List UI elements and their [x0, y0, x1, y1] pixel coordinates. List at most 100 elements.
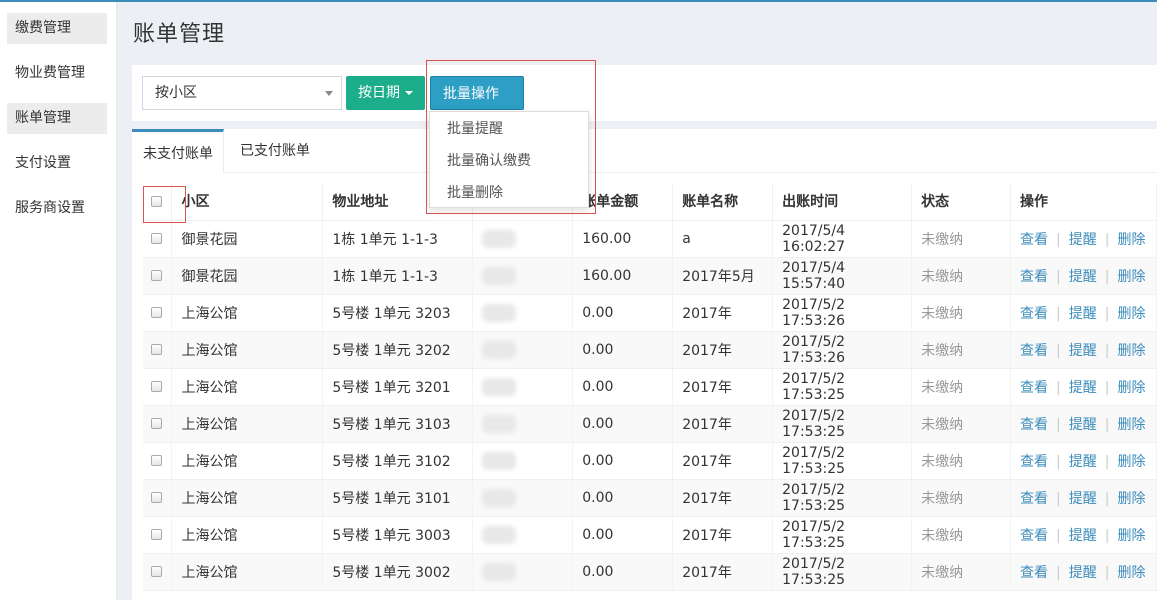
remind-link[interactable]: 提醒	[1069, 565, 1097, 581]
sidebar: 缴费管理 物业费管理 账单管理 支付设置 服务商设置	[0, 2, 117, 600]
view-link[interactable]: 查看	[1020, 232, 1048, 248]
cell-address: 5号楼 1单元 3002	[322, 553, 474, 591]
cell-status: 未缴纳	[911, 220, 1012, 258]
row-select-cell	[143, 257, 173, 295]
cell-blurred	[472, 479, 574, 517]
row-checkbox[interactable]	[151, 529, 162, 540]
row-checkbox[interactable]	[151, 381, 162, 392]
delete-link[interactable]: 删除	[1117, 232, 1145, 248]
delete-link[interactable]: 删除	[1117, 417, 1145, 433]
sidebar-item-provider-settings[interactable]: 服务商设置	[7, 193, 107, 224]
delete-link[interactable]: 删除	[1117, 528, 1145, 544]
cell-actions: 查看 | 提醒 | 删除	[1010, 220, 1157, 258]
row-checkbox[interactable]	[151, 233, 162, 244]
cell-community: 上海公馆	[171, 331, 324, 369]
row-checkbox[interactable]	[151, 307, 162, 318]
table-body: 御景花园 1栋 1单元 1-1-3 160.00 a 2017/5/4 16:02:27…	[143, 220, 1157, 591]
table-row: 上海公馆 5号楼 1单元 3203 0.00 2017年 2017/5/2 17:53:…	[143, 294, 1157, 332]
sidebar-item-bills[interactable]: 账单管理	[7, 103, 107, 134]
table-row: 御景花园 1栋 1单元 1-1-3 160.00 a 2017/5/4 16:02:27…	[143, 220, 1157, 258]
remind-link[interactable]: 提醒	[1069, 269, 1097, 285]
cell-amount: 0.00	[572, 368, 674, 406]
cell-community: 上海公馆	[171, 442, 324, 480]
cell-blurred	[472, 331, 574, 369]
cell-bill-name: 2017年	[672, 331, 774, 369]
delete-link[interactable]: 删除	[1117, 454, 1145, 470]
delete-link[interactable]: 删除	[1117, 380, 1145, 396]
cell-status: 未缴纳	[911, 331, 1012, 369]
view-link[interactable]: 查看	[1020, 565, 1048, 581]
cell-amount: 160.00	[572, 220, 674, 258]
view-link[interactable]: 查看	[1020, 269, 1048, 285]
remind-link[interactable]: 提醒	[1069, 306, 1097, 322]
divider: |	[1104, 268, 1110, 285]
delete-link[interactable]: 删除	[1117, 343, 1145, 359]
remind-link[interactable]: 提醒	[1069, 232, 1097, 248]
cell-blurred	[472, 553, 574, 591]
blurred-content	[482, 266, 517, 285]
table-header-row: 小区 物业地址 账单金额 账单名称 出账时间 状态 操作	[143, 183, 1157, 221]
divider: |	[1056, 231, 1061, 248]
view-link[interactable]: 查看	[1020, 417, 1048, 433]
view-link[interactable]: 查看	[1020, 454, 1048, 470]
chevron-down-icon	[325, 91, 333, 96]
sidebar-item-property-fee[interactable]: 物业费管理	[7, 58, 107, 89]
divider: |	[1104, 564, 1110, 581]
table-row: 上海公馆 5号楼 1单元 3102 0.00 2017年 2017/5/2 17:53:…	[143, 442, 1157, 480]
row-checkbox[interactable]	[151, 492, 162, 503]
remind-link[interactable]: 提醒	[1069, 528, 1097, 544]
view-link[interactable]: 查看	[1020, 491, 1048, 507]
community-select[interactable]: 按小区	[142, 76, 342, 110]
row-select-cell	[143, 220, 173, 258]
cell-address: 5号楼 1单元 3202	[322, 331, 474, 369]
view-link[interactable]: 查看	[1020, 306, 1048, 322]
sidebar-item-payment[interactable]: 缴费管理	[7, 13, 107, 44]
cell-blurred	[472, 405, 574, 443]
remind-link[interactable]: 提醒	[1069, 417, 1097, 433]
col-status: 状态	[911, 183, 1012, 221]
row-select-cell	[143, 294, 173, 332]
divider: |	[1056, 490, 1061, 507]
row-checkbox[interactable]	[151, 344, 162, 355]
cell-bill-time: 2017/5/2 17:53:26	[772, 294, 913, 332]
sidebar-item-pay-settings[interactable]: 支付设置	[7, 148, 107, 179]
cell-bill-name: 2017年	[672, 516, 774, 554]
view-link[interactable]: 查看	[1020, 343, 1048, 359]
delete-link[interactable]: 删除	[1117, 491, 1145, 507]
cell-amount: 0.00	[572, 405, 674, 443]
delete-link[interactable]: 删除	[1117, 269, 1145, 285]
date-filter-button[interactable]: 按日期	[346, 76, 425, 110]
tab-unpaid[interactable]: 未支付账单	[132, 129, 224, 173]
row-checkbox[interactable]	[151, 418, 162, 429]
cell-bill-name: 2017年	[672, 294, 774, 332]
highlight-box-batch	[426, 60, 596, 214]
cell-status: 未缴纳	[911, 479, 1012, 517]
remind-link[interactable]: 提醒	[1069, 343, 1097, 359]
tab-paid[interactable]: 已支付账单	[240, 129, 310, 173]
cell-actions: 查看 | 提醒 | 删除	[1010, 442, 1157, 480]
cell-blurred	[472, 442, 574, 480]
divider: |	[1056, 453, 1061, 470]
blurred-content	[482, 525, 517, 544]
remind-link[interactable]: 提醒	[1069, 491, 1097, 507]
remind-link[interactable]: 提醒	[1069, 454, 1097, 470]
view-link[interactable]: 查看	[1020, 380, 1048, 396]
cell-community: 上海公馆	[171, 516, 324, 554]
cell-bill-time: 2017/5/2 17:53:25	[772, 405, 913, 443]
view-link[interactable]: 查看	[1020, 528, 1048, 544]
row-checkbox[interactable]	[151, 270, 162, 281]
cell-community: 上海公馆	[171, 405, 324, 443]
cell-blurred	[472, 257, 574, 295]
remind-link[interactable]: 提醒	[1069, 380, 1097, 396]
divider: |	[1104, 490, 1110, 507]
blurred-content	[482, 377, 517, 396]
row-checkbox[interactable]	[151, 455, 162, 466]
row-checkbox[interactable]	[151, 566, 162, 577]
row-select-cell	[143, 442, 173, 480]
cell-bill-time: 2017/5/2 17:53:25	[772, 553, 913, 591]
delete-link[interactable]: 删除	[1117, 565, 1145, 581]
blurred-content	[482, 414, 517, 433]
blurred-content	[482, 303, 517, 322]
delete-link[interactable]: 删除	[1117, 306, 1145, 322]
cell-community: 上海公馆	[171, 368, 324, 406]
